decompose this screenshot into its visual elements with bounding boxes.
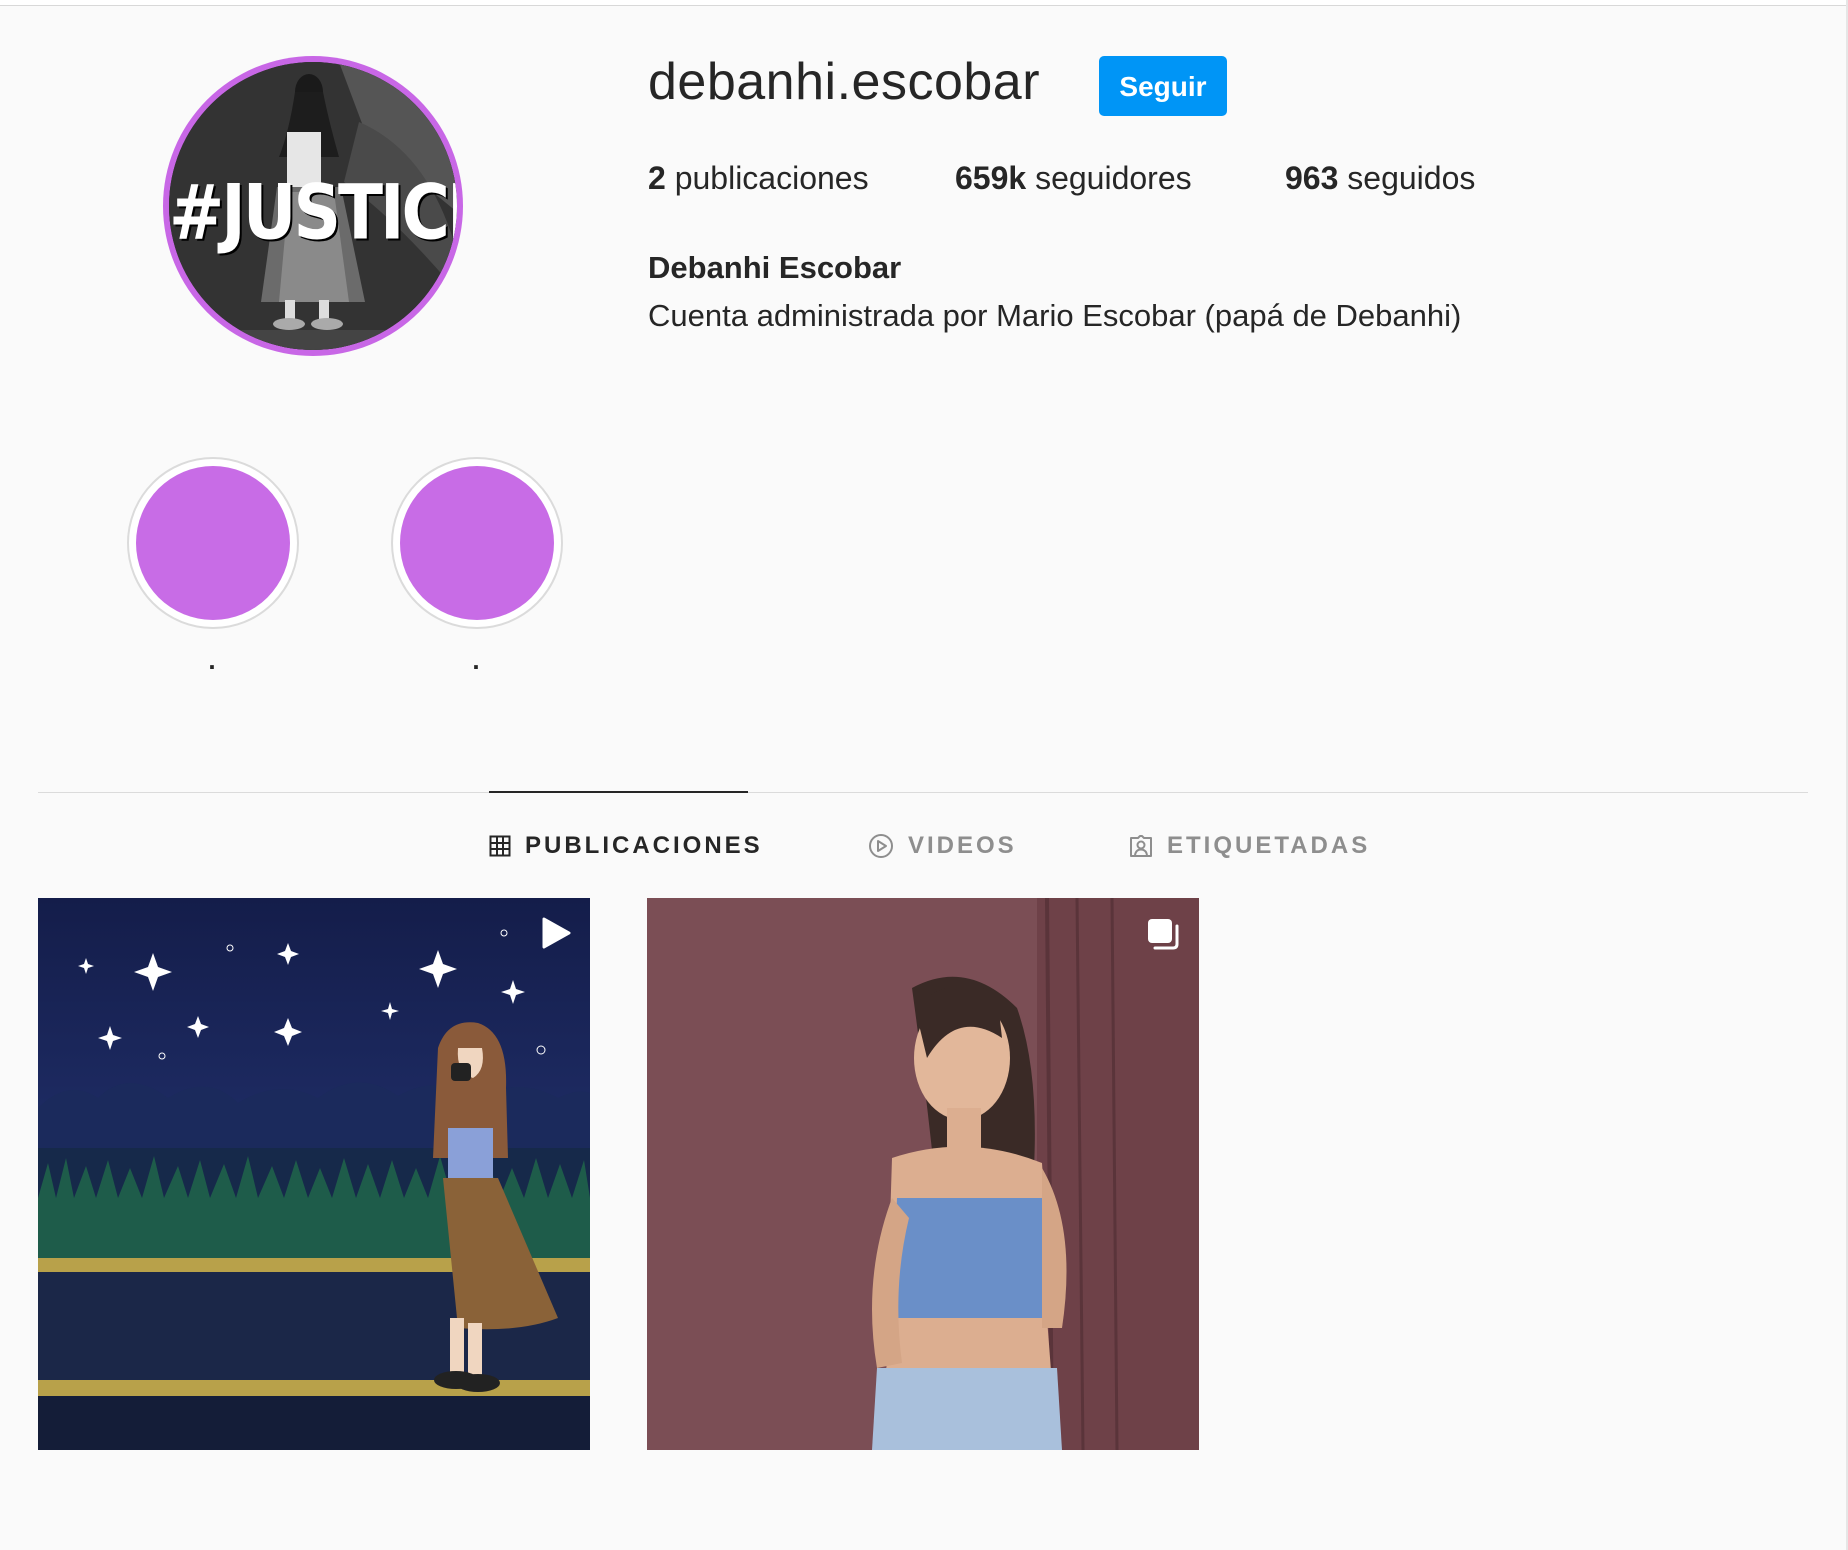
highlight-cover: [136, 466, 290, 620]
follow-button[interactable]: Seguir: [1099, 56, 1227, 116]
followers-count: 659k: [955, 160, 1027, 196]
illustration-night-sky: [38, 898, 590, 1450]
profile-bio: Cuenta administrada por Mario Escobar (p…: [648, 298, 1462, 333]
following-count: 963: [1285, 160, 1339, 196]
highlight-ring: [127, 457, 299, 629]
profile-avatar[interactable]: #JUSTICIA: [163, 56, 463, 356]
tagged-user-icon: [1130, 835, 1152, 857]
avatar-hashtag-text: #JUSTICIA: [169, 168, 457, 257]
tab-label: VIDEOS: [908, 832, 1017, 859]
following-label: seguidos: [1347, 160, 1476, 196]
top-border: [0, 0, 1848, 6]
profile-username: debanhi.escobar: [648, 53, 1041, 111]
story-highlight[interactable]: .: [391, 457, 563, 675]
stat-following[interactable]: 963 seguidos: [1285, 160, 1475, 197]
highlight-label: .: [208, 645, 216, 675]
highlight-ring: [391, 457, 563, 629]
tab-videos[interactable]: VIDEOS: [868, 832, 1017, 860]
avatar-image: #JUSTICIA: [169, 62, 457, 350]
reel-play-icon: [542, 917, 571, 949]
tab-label: PUBLICACIONES: [525, 832, 763, 859]
posts-count: 2: [648, 160, 666, 196]
highlight-label: .: [472, 645, 480, 675]
grid-icon: [489, 835, 511, 857]
photo-portrait: [647, 898, 1199, 1450]
profile-full-name: Debanhi Escobar: [648, 250, 902, 285]
play-circle-icon: [869, 834, 893, 858]
tab-publicaciones[interactable]: PUBLICACIONES: [489, 832, 763, 860]
active-tab-indicator: [489, 791, 748, 793]
followers-label: seguidores: [1035, 160, 1192, 196]
post-thumbnail[interactable]: [647, 898, 1199, 1450]
stat-followers[interactable]: 659k seguidores: [955, 160, 1192, 197]
tabs-divider: [38, 792, 1808, 793]
stat-posts: 2 publicaciones: [648, 160, 869, 197]
posts-label: publicaciones: [674, 160, 869, 196]
highlight-cover: [400, 466, 554, 620]
carousel-icon: [1148, 919, 1179, 950]
tab-label: ETIQUETADAS: [1167, 832, 1371, 859]
story-highlight[interactable]: .: [127, 457, 299, 675]
tab-etiquetadas[interactable]: ETIQUETADAS: [1129, 832, 1370, 860]
post-thumbnail[interactable]: [38, 898, 590, 1450]
